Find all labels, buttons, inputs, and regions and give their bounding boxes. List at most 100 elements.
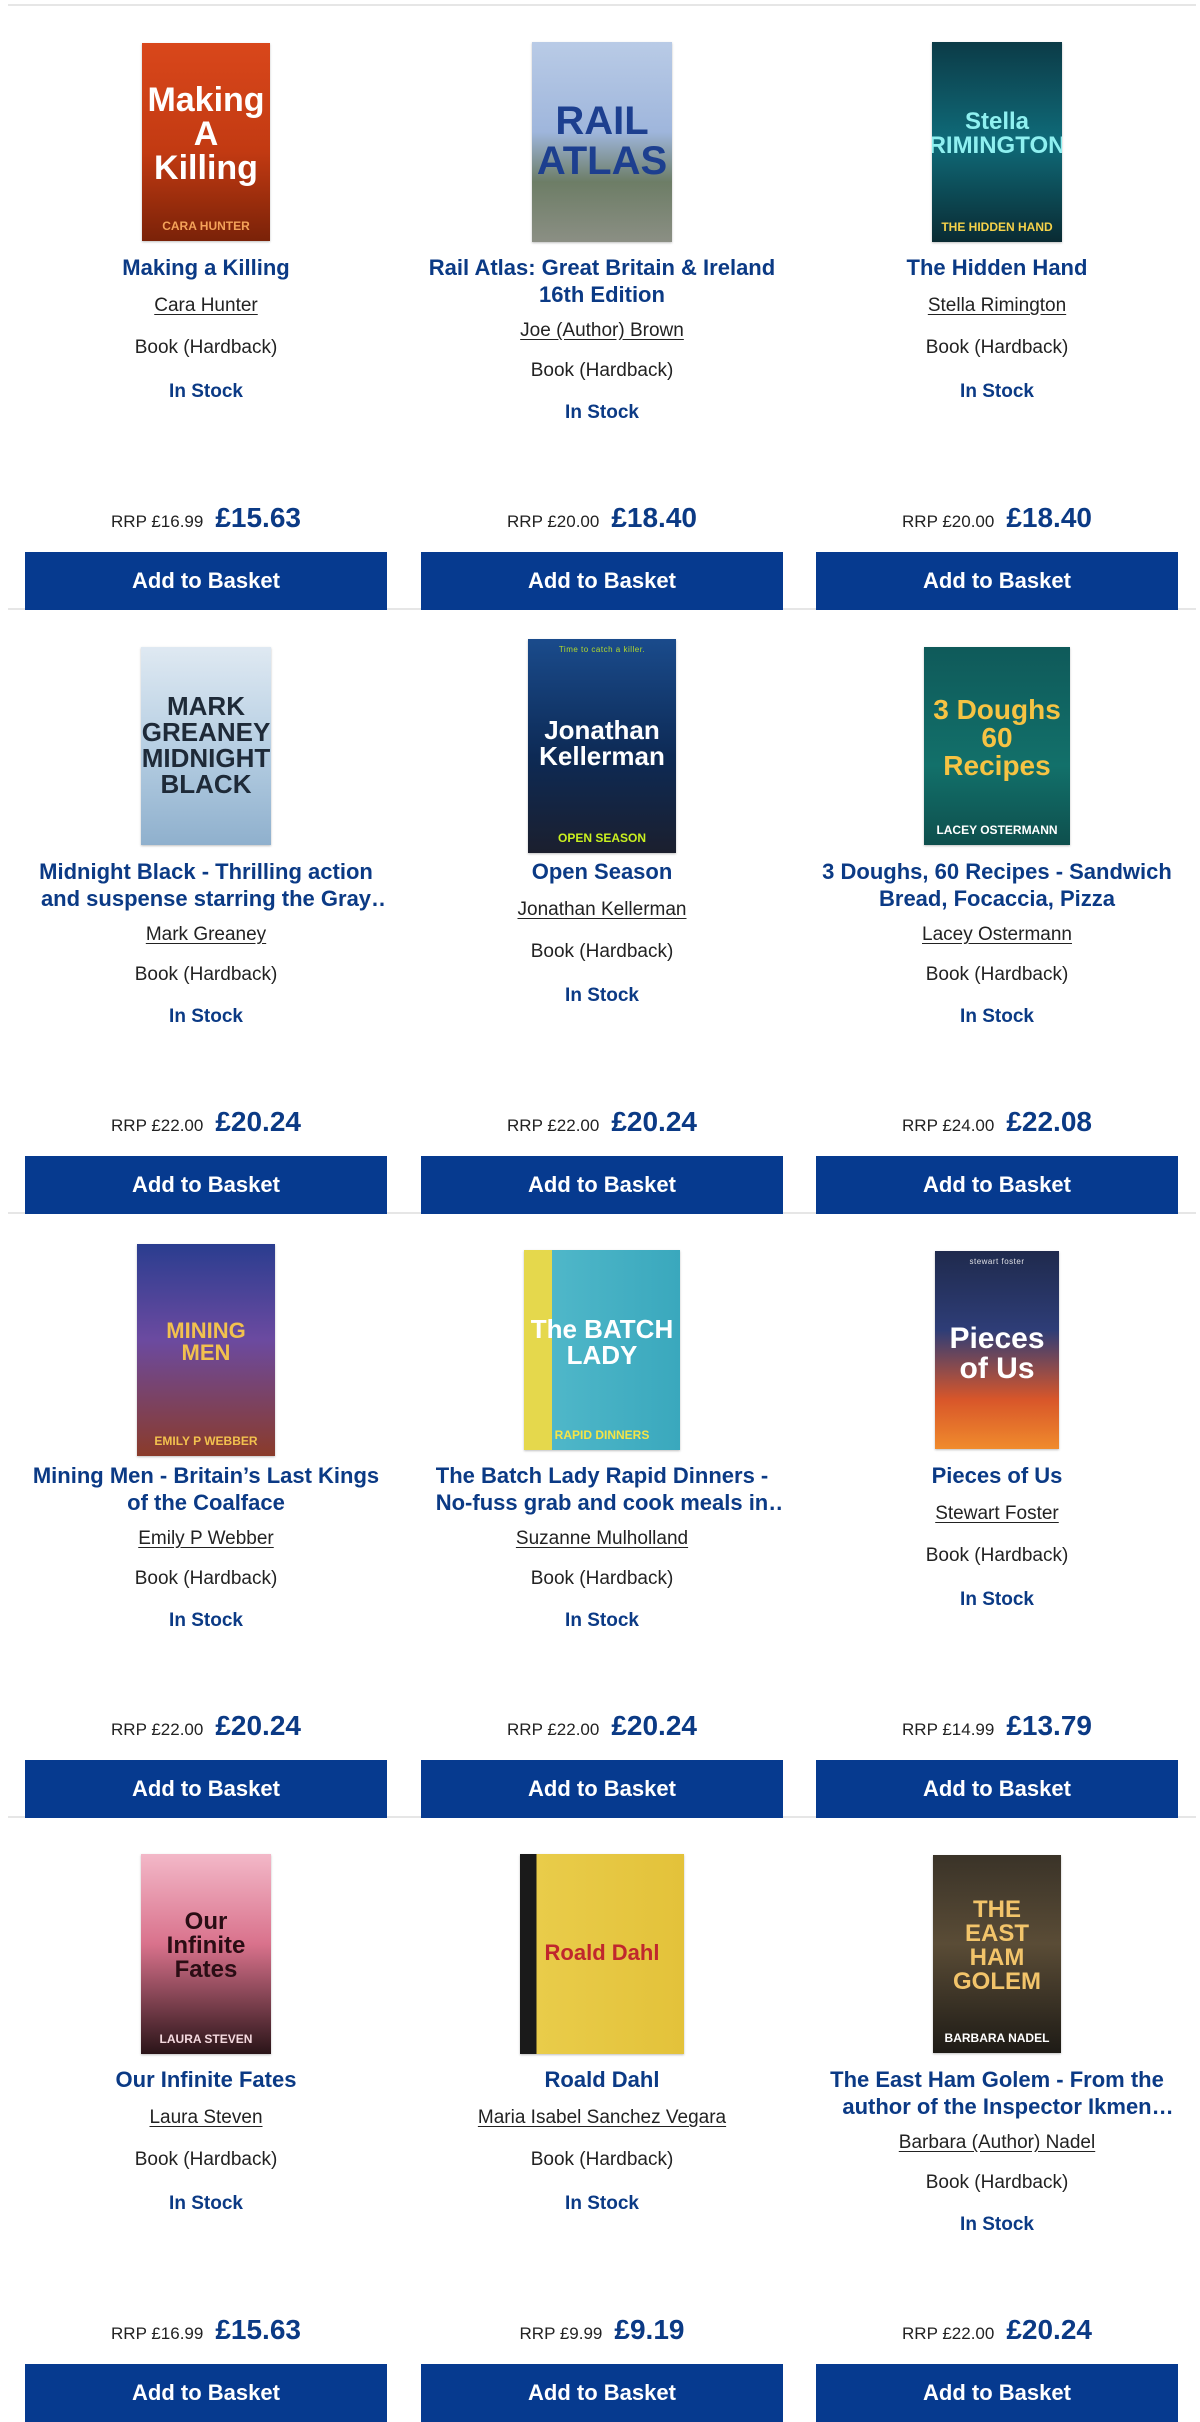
author-link[interactable]: Stella Rimington: [928, 295, 1066, 317]
book-cover-image[interactable]: Stella RIMINGTON THE HIDDEN HAND: [932, 42, 1062, 242]
product-title-link[interactable]: Open Season: [421, 858, 783, 885]
add-to-basket-button[interactable]: Add to Basket: [421, 2364, 783, 2422]
book-cover-image[interactable]: Our Infinite Fates LAURA STEVEN: [141, 1854, 271, 2054]
cover-wrap: Roald Dahl: [421, 1854, 783, 2054]
product-title-link[interactable]: Rail Atlas: Great Britain & Ireland 16th…: [421, 254, 783, 308]
book-cover-image[interactable]: Roald Dahl: [520, 1854, 684, 2054]
author-link[interactable]: Stewart Foster: [935, 1503, 1059, 1525]
author-link[interactable]: Joe (Author) Brown: [520, 320, 684, 342]
cover-wrap: Making A Killing CARA HUNTER: [25, 42, 387, 242]
sale-price: £22.08: [1006, 1106, 1092, 1137]
author-link[interactable]: Cara Hunter: [154, 295, 258, 317]
price-line: RRP £9.99 £9.19: [520, 2314, 685, 2346]
add-to-basket-button[interactable]: Add to Basket: [25, 1156, 387, 1214]
book-cover-image[interactable]: stewart foster Pieces of Us: [935, 1251, 1059, 1449]
add-to-basket-button[interactable]: Add to Basket: [25, 2364, 387, 2422]
sale-price: £20.24: [1006, 2314, 1092, 2345]
format-label: Book (Hardback): [134, 2149, 278, 2170]
cover-author: OPEN SEASON: [557, 831, 647, 845]
format-label: Book (Hardback): [134, 964, 278, 985]
rrp-price: RRP £22.00: [111, 1116, 204, 1135]
price-line: RRP £22.00 £20.24: [507, 1710, 697, 1742]
price-line: RRP £22.00 £20.24: [507, 1106, 697, 1138]
add-to-basket-button[interactable]: Add to Basket: [816, 2364, 1178, 2422]
add-to-basket-button[interactable]: Add to Basket: [816, 552, 1178, 610]
product-title-link[interactable]: The Batch Lady Rapid Dinners - No-fuss g…: [421, 1462, 783, 1516]
format-label: Book (Hardback): [925, 2172, 1069, 2193]
author-link[interactable]: Lacey Ostermann: [922, 924, 1072, 946]
cover-title: Pieces of Us: [949, 1321, 1045, 1385]
product-card: stewart foster Pieces of Us Pieces of Us…: [816, 1214, 1178, 1818]
add-to-basket-button[interactable]: Add to Basket: [25, 1760, 387, 1818]
author-link[interactable]: Mark Greaney: [146, 924, 266, 946]
cover-wrap: 3 Doughs 60 Recipes LACEY OSTERMANN: [816, 646, 1178, 846]
product-title-link[interactable]: The East Ham Golem - From the author of …: [816, 2066, 1178, 2120]
product-info: Our Infinite Fates Laura Steven Book (Ha…: [25, 2066, 387, 2422]
cover-author: EMILY P WEBBER: [154, 1434, 258, 1448]
product-info: Roald Dahl Maria Isabel Sanchez Vegara B…: [421, 2066, 783, 2422]
rrp-price: RRP £16.99: [111, 2324, 204, 2343]
product-title-link[interactable]: Roald Dahl: [421, 2066, 783, 2093]
stock-status: In Stock: [960, 381, 1034, 402]
format-label: Book (Hardback): [925, 1545, 1069, 1566]
book-cover-image[interactable]: THE EAST HAM GOLEM BARBARA NADEL: [933, 1855, 1061, 2053]
author-link[interactable]: Maria Isabel Sanchez Vegara: [478, 2107, 726, 2129]
author-link[interactable]: Emily P Webber: [138, 1528, 274, 1550]
product-card: MINING MEN EMILY P WEBBER Mining Men - B…: [25, 1214, 387, 1818]
product-info: Rail Atlas: Great Britain & Ireland 16th…: [421, 254, 783, 610]
product-card: THE EAST HAM GOLEM BARBARA NADEL The Eas…: [816, 1818, 1178, 2422]
sale-price: £18.40: [611, 502, 697, 533]
product-grid: Making A Killing CARA HUNTER Making a Ki…: [0, 0, 1200, 2422]
add-to-basket-button[interactable]: Add to Basket: [421, 552, 783, 610]
format-label: Book (Hardback): [134, 1568, 278, 1589]
format-label: Book (Hardback): [925, 337, 1069, 358]
cover-title: Roald Dahl: [544, 1940, 660, 1965]
book-cover-image[interactable]: MARK GREANEY MIDNIGHT BLACK: [141, 647, 271, 845]
author-link[interactable]: Barbara (Author) Nadel: [899, 2132, 1095, 2154]
book-cover-image[interactable]: RAIL ATLAS: [532, 42, 672, 242]
author-link[interactable]: Laura Steven: [149, 2107, 262, 2129]
add-to-basket-button[interactable]: Add to Basket: [421, 1156, 783, 1214]
cover-title: Making A Killing: [147, 81, 265, 187]
book-cover-image[interactable]: Time to catch a killer. Jonathan Kellerm…: [528, 639, 676, 853]
cover-author: LACEY OSTERMANN: [936, 823, 1058, 837]
rrp-price: RRP £24.00: [902, 1116, 995, 1135]
product-card: Stella RIMINGTON THE HIDDEN HAND The Hid…: [816, 6, 1178, 610]
stock-status: In Stock: [169, 1610, 243, 1631]
book-cover-image[interactable]: 3 Doughs 60 Recipes LACEY OSTERMANN: [924, 647, 1070, 845]
author-link[interactable]: Suzanne Mulholland: [516, 1528, 688, 1550]
book-cover-image[interactable]: Making A Killing CARA HUNTER: [142, 43, 270, 241]
cover-wrap: The BATCH LADY RAPID DINNERS: [421, 1250, 783, 1450]
product-title-link[interactable]: Making a Killing: [25, 254, 387, 281]
add-to-basket-button[interactable]: Add to Basket: [421, 1760, 783, 1818]
product-title-link[interactable]: 3 Doughs, 60 Recipes - Sandwich Bread, F…: [816, 858, 1178, 912]
price-line: RRP £22.00 £20.24: [111, 1710, 301, 1742]
book-cover-image[interactable]: The BATCH LADY RAPID DINNERS: [524, 1250, 680, 1450]
rrp-price: RRP £22.00: [507, 1116, 600, 1135]
add-to-basket-button[interactable]: Add to Basket: [816, 1156, 1178, 1214]
cover-wrap: Stella RIMINGTON THE HIDDEN HAND: [816, 42, 1178, 242]
product-title-link[interactable]: Midnight Black - Thrilling action and su…: [25, 858, 387, 912]
cover-wrap: MINING MEN EMILY P WEBBER: [25, 1244, 387, 1456]
author-link[interactable]: Jonathan Kellerman: [518, 899, 687, 921]
stock-status: In Stock: [169, 2193, 243, 2214]
cover-title: MINING MEN: [166, 1318, 246, 1365]
cover-title: Jonathan Kellerman: [539, 714, 665, 771]
format-label: Book (Hardback): [530, 360, 674, 381]
product-title-link[interactable]: Mining Men - Britain’s Last Kings of the…: [25, 1462, 387, 1516]
book-cover-image[interactable]: MINING MEN EMILY P WEBBER: [137, 1244, 275, 1456]
sale-price: £15.63: [215, 502, 301, 533]
add-to-basket-button[interactable]: Add to Basket: [816, 1760, 1178, 1818]
sale-price: £15.63: [215, 2314, 301, 2345]
product-info: The Batch Lady Rapid Dinners - No-fuss g…: [421, 1462, 783, 1818]
product-title-link[interactable]: Pieces of Us: [816, 1462, 1178, 1489]
sale-price: £13.79: [1006, 1710, 1092, 1741]
product-title-link[interactable]: The Hidden Hand: [816, 254, 1178, 281]
price-line: RRP £24.00 £22.08: [902, 1106, 1092, 1138]
cover-author: BARBARA NADEL: [944, 2031, 1050, 2045]
price-line: RRP £20.00 £18.40: [507, 502, 697, 534]
add-to-basket-button[interactable]: Add to Basket: [25, 552, 387, 610]
rrp-price: RRP £22.00: [902, 2324, 995, 2343]
cover-tagline: Time to catch a killer.: [558, 645, 646, 654]
product-title-link[interactable]: Our Infinite Fates: [25, 2066, 387, 2093]
